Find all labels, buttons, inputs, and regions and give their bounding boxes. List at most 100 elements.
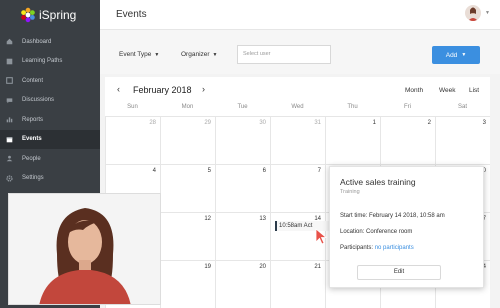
add-button-label: Add <box>445 51 458 59</box>
chevron-down-icon: ▼ <box>154 52 160 58</box>
calendar-day-cell[interactable]: 6 <box>215 164 270 212</box>
ispring-logo-icon <box>21 7 35 23</box>
sidebar-nav: Dashboard Learning Paths Content Discuss… <box>0 32 100 188</box>
webcam-overlay <box>8 193 161 305</box>
calendar-day-cell[interactable]: 13 <box>215 212 270 260</box>
page-title: Events <box>116 9 147 20</box>
calendar-header: ‹ February 2018 › Month Week List <box>105 77 490 104</box>
weekday-header: Fri <box>404 104 411 110</box>
sidebar-item-label: Learning Paths <box>22 58 63 65</box>
home-icon <box>6 38 13 45</box>
presenter-video-image <box>9 194 160 304</box>
weekday-header: Sat <box>457 104 467 110</box>
event-type-label: Event Type <box>119 51 152 58</box>
day-number: 21 <box>314 264 321 270</box>
day-number: 29 <box>204 120 211 126</box>
day-number: 30 <box>259 120 266 126</box>
day-number: 19 <box>204 264 211 270</box>
sidebar-item-reports[interactable]: Reports <box>0 110 100 130</box>
day-number: 31 <box>314 120 321 126</box>
weekday-header: Mon <box>181 104 194 110</box>
app-root: iSpring Dashboard Learning Paths Content… <box>0 0 500 308</box>
calendar-day-cell[interactable]: 29 <box>160 116 215 164</box>
sidebar-item-learning-paths[interactable]: Learning Paths <box>0 52 100 72</box>
edit-button[interactable]: Edit <box>357 265 441 280</box>
popup-subtitle: Training <box>340 189 360 195</box>
sidebar-item-content[interactable]: Content <box>0 71 100 91</box>
calendar-day-cell[interactable]: 21 <box>270 260 325 308</box>
sidebar-item-people[interactable]: People <box>0 149 100 169</box>
view-month-button[interactable]: Month <box>405 87 423 94</box>
sidebar-item-label: People <box>22 155 41 162</box>
logo[interactable]: iSpring <box>0 0 100 30</box>
weekday-header: Thu <box>347 104 358 110</box>
event-popup: Active sales training Training Start tim… <box>329 166 484 288</box>
day-number: 20 <box>259 264 266 270</box>
weekday-header: Tue <box>237 104 248 110</box>
weekday-header: Wed <box>291 104 304 110</box>
view-list-button[interactable]: List <box>469 87 479 94</box>
chevron-down-icon: ▼ <box>212 52 218 58</box>
next-month-icon[interactable]: › <box>202 84 205 94</box>
reports-icon <box>6 116 13 123</box>
top-header: Events ▼ <box>100 0 500 30</box>
day-number: 4 <box>152 168 156 174</box>
calendar-day-cell[interactable]: 3 <box>435 116 490 164</box>
day-number: 2 <box>427 120 431 126</box>
add-button[interactable]: Add ▼ <box>432 46 480 64</box>
sidebar-item-label: Settings <box>22 175 44 182</box>
calendar-day-cell[interactable]: 5 <box>160 164 215 212</box>
calendar-day-cell[interactable]: 30 <box>215 116 270 164</box>
gear-icon <box>6 175 13 182</box>
day-number: 7 <box>317 168 321 174</box>
sidebar-item-settings[interactable]: Settings <box>0 169 100 189</box>
logo-text: iSpring <box>39 8 77 22</box>
weekday-header: Sun <box>127 104 138 110</box>
sidebar-item-label: Discussions <box>22 97 55 104</box>
popup-title: Active sales training <box>340 177 416 187</box>
day-number: 1 <box>372 120 376 126</box>
participants-link[interactable]: no participants <box>375 245 414 251</box>
participants-label: Participants: <box>340 245 375 251</box>
calendar-day-cell[interactable]: 12 <box>160 212 215 260</box>
chevron-down-icon: ▼ <box>461 52 467 58</box>
day-number: 12 <box>204 216 211 222</box>
select-user-input[interactable]: Select user <box>237 45 331 64</box>
calendar-day-cell[interactable]: 28 <box>105 116 160 164</box>
popup-start-time: Start time: February 14 2018, 10:58 am <box>340 213 445 219</box>
people-icon <box>6 155 13 162</box>
organizer-label: Organizer <box>181 51 210 58</box>
content-icon <box>6 77 13 85</box>
month-label: February 2018 <box>133 85 192 95</box>
calendar-day-cell[interactable]: 2 <box>380 116 435 164</box>
prev-month-icon[interactable]: ‹ <box>117 84 120 94</box>
event-type-dropdown[interactable]: Event Type ▼ <box>119 51 159 58</box>
user-menu-button[interactable]: ▼ <box>465 5 490 21</box>
calendar-day-cell[interactable]: 1 <box>325 116 380 164</box>
organizer-dropdown[interactable]: Organizer ▼ <box>181 51 218 58</box>
sidebar-item-events[interactable]: Events <box>0 129 100 149</box>
pointer-cursor-icon <box>315 228 328 245</box>
avatar <box>465 5 482 21</box>
day-number: 13 <box>259 216 266 222</box>
sidebar-item-label: Events <box>22 136 42 143</box>
sidebar-item-label: Reports <box>22 116 44 123</box>
calendar-day-cell[interactable]: 31 <box>270 116 325 164</box>
view-week-button[interactable]: Week <box>439 87 456 94</box>
popup-participants: Participants: no participants <box>340 245 414 251</box>
day-number: 28 <box>149 120 156 126</box>
sidebar-item-label: Content <box>22 77 44 84</box>
calendar-day-cell[interactable]: 7 <box>270 164 325 212</box>
discussions-icon <box>6 97 13 104</box>
day-number: 6 <box>262 168 266 174</box>
events-icon <box>6 136 13 143</box>
filter-bar: Event Type ▼ Organizer ▼ Select user Add ▼ <box>100 30 500 74</box>
popup-location: Location: Conference room <box>340 229 413 235</box>
learning-paths-icon <box>6 58 13 65</box>
day-number: 3 <box>482 120 486 126</box>
sidebar-item-dashboard[interactable]: Dashboard <box>0 32 100 52</box>
calendar-day-cell[interactable]: 19 <box>160 260 215 308</box>
calendar-day-cell[interactable]: 20 <box>215 260 270 308</box>
day-number: 5 <box>207 168 211 174</box>
sidebar-item-discussions[interactable]: Discussions <box>0 91 100 111</box>
